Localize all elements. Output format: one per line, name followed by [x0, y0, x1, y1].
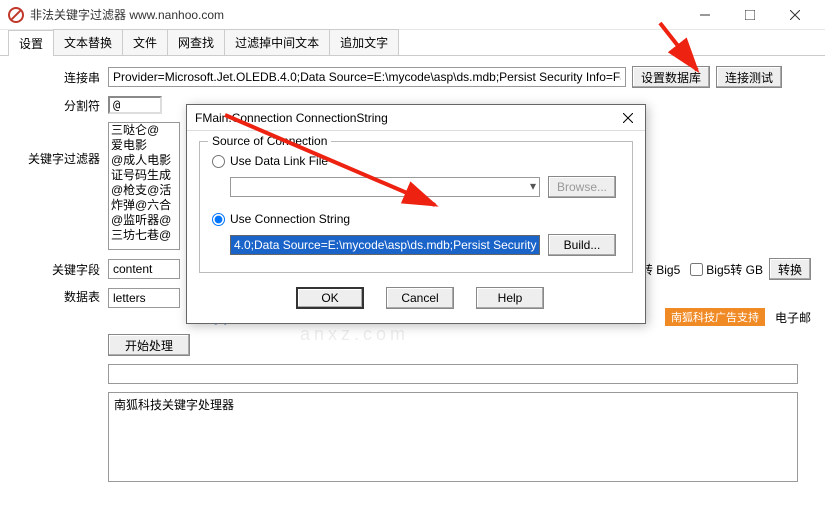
tab-web-find[interactable]: 网查找 — [167, 29, 225, 55]
list-item[interactable]: 三哒仑@ — [109, 123, 179, 138]
tabbar: 设置 文本替换 文件 网查找 过滤掉中间文本 追加文字 — [0, 30, 825, 56]
set-database-button[interactable]: 设置数据库 — [632, 66, 710, 88]
connstring-field[interactable]: 4.0;Data Source=E:\mycode\asp\ds.mdb;Per… — [230, 235, 540, 255]
titlebar: 非法关键字过滤器 www.nanhoo.com — [0, 0, 825, 30]
datalink-combo[interactable] — [230, 177, 540, 197]
field-input[interactable] — [108, 259, 180, 279]
connstr-input[interactable] — [108, 67, 626, 87]
app-icon — [8, 7, 24, 23]
output-textarea[interactable]: 南狐科技关键字处理器 — [108, 392, 798, 482]
group-title: Source of Connection — [208, 134, 331, 148]
list-item[interactable]: 炸弹@六合 — [109, 198, 179, 213]
source-group: Source of Connection Use Data Link File … — [199, 141, 633, 273]
tab-text-replace[interactable]: 文本替换 — [53, 29, 123, 55]
list-item[interactable]: @成人电影 — [109, 153, 179, 168]
list-item[interactable]: 证号码生成 — [109, 168, 179, 183]
radio-connstring[interactable]: Use Connection String — [212, 212, 620, 226]
build-button[interactable]: Build... — [548, 234, 616, 256]
radio-datalink[interactable]: Use Data Link File — [212, 154, 620, 168]
start-button[interactable]: 开始处理 — [108, 334, 190, 356]
label-splitter: 分割符 — [14, 97, 108, 114]
connection-string-dialog: FMain.Connection ConnectionString Source… — [186, 104, 646, 324]
list-item[interactable]: 三坊七巷@ — [109, 228, 179, 243]
dialog-title: FMain.Connection ConnectionString — [195, 111, 388, 125]
progress-field[interactable] — [108, 364, 798, 384]
tab-settings[interactable]: 设置 — [8, 30, 54, 56]
filter-listbox[interactable]: 三哒仑@ 爱电影 @成人电影 证号码生成 @枪支@活 炸弹@六合 @监听器@ 三… — [108, 122, 180, 250]
close-button[interactable] — [772, 0, 817, 30]
minimize-button[interactable] — [682, 0, 727, 30]
promo-badge: 南狐科技广告支持 — [665, 308, 765, 326]
label-table: 数据表 — [14, 288, 108, 305]
email-label: 电子邮 — [775, 309, 811, 326]
label-connstr: 连接串 — [14, 69, 108, 86]
maximize-button[interactable] — [727, 0, 772, 30]
splitter-value[interactable]: @ — [108, 96, 162, 114]
label-field: 关键字段 — [14, 261, 108, 278]
label-filter: 关键字过滤器 — [14, 122, 108, 167]
tab-append[interactable]: 追加文字 — [329, 29, 399, 55]
big2gb-checkbox[interactable]: Big5转 GB — [690, 261, 763, 278]
table-input[interactable] — [108, 288, 180, 308]
list-item[interactable]: @监听器@ — [109, 213, 179, 228]
convert-button[interactable]: 转换 — [769, 258, 811, 280]
tab-filter-middle[interactable]: 过滤掉中间文本 — [224, 29, 330, 55]
output-text: 南狐科技关键字处理器 — [114, 398, 234, 412]
window-title: 非法关键字过滤器 www.nanhoo.com — [30, 6, 682, 23]
tab-file[interactable]: 文件 — [122, 29, 168, 55]
list-item[interactable]: @枪支@活 — [109, 183, 179, 198]
browse-button[interactable]: Browse... — [548, 176, 616, 198]
list-item[interactable]: 爱电影 — [109, 138, 179, 153]
cancel-button[interactable]: Cancel — [386, 287, 454, 309]
help-button[interactable]: Help — [476, 287, 544, 309]
ok-button[interactable]: OK — [296, 287, 364, 309]
test-connection-button[interactable]: 连接测试 — [716, 66, 782, 88]
dialog-close-button[interactable] — [619, 109, 637, 127]
